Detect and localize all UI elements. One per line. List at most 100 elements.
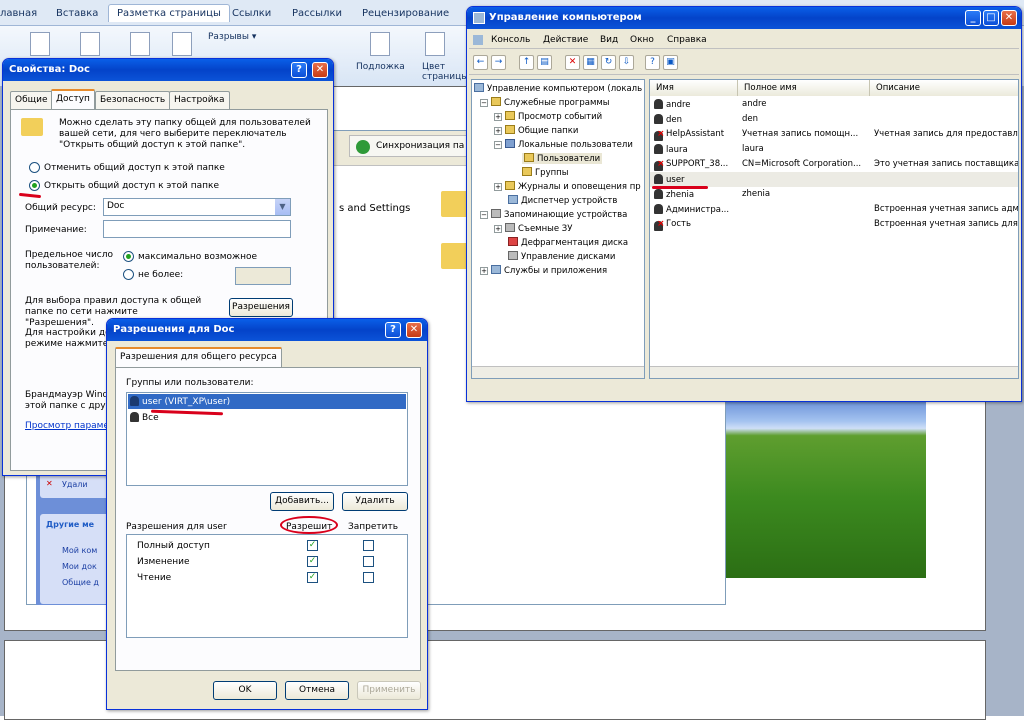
tab-share-permissions[interactable]: Разрешения для общего ресурса	[115, 347, 282, 367]
tree-item-logs[interactable]: + Журналы и оповещения пр	[494, 181, 641, 192]
tree-item-event-viewer[interactable]: + Просмотр событий	[494, 111, 602, 122]
list-item-user[interactable]: user (VIRT_XP\user)	[128, 394, 406, 409]
expand-icon[interactable]: +	[480, 267, 488, 275]
view-settings-link[interactable]: Просмотр парамет	[25, 421, 114, 431]
up-icon[interactable]: ↑	[519, 55, 534, 70]
columns-icon[interactable]	[172, 32, 192, 56]
size-icon[interactable]	[130, 32, 150, 56]
ribbon-tab-mailings[interactable]: Рассылки	[292, 8, 342, 19]
tree-item-shared-folders[interactable]: + Общие папки	[494, 125, 578, 136]
orientation-icon[interactable]	[80, 32, 100, 56]
radio-disable-sharing[interactable]	[29, 162, 40, 173]
maximize-button[interactable]: □	[983, 10, 999, 26]
collapse-icon[interactable]: −	[480, 211, 488, 219]
allow-change-checkbox[interactable]: ✓	[307, 556, 318, 567]
tree-item-groups[interactable]: Группы	[522, 167, 568, 178]
tab-security[interactable]: Безопасность	[95, 91, 171, 109]
help-button[interactable]: ?	[385, 322, 401, 338]
tree-item-device-manager[interactable]: Диспетчер устройств	[508, 195, 617, 206]
user-count-stepper[interactable]	[235, 267, 291, 285]
radio-limit-users[interactable]	[123, 269, 134, 280]
remove-button[interactable]: Удалить	[342, 492, 408, 511]
table-row[interactable]: den den	[650, 112, 1018, 127]
export-icon[interactable]: ⇩	[619, 55, 634, 70]
column-description[interactable]: Описание	[870, 80, 1018, 96]
close-button[interactable]: ✕	[312, 62, 328, 78]
help-button[interactable]: ?	[291, 62, 307, 78]
tree-item-defrag[interactable]: Дефрагментация диска	[508, 237, 628, 248]
share-name-field[interactable]: Doc ▼	[103, 198, 291, 216]
ok-button[interactable]: OK	[213, 681, 277, 700]
page-color-icon[interactable]	[425, 32, 445, 56]
expand-icon[interactable]: +	[494, 127, 502, 135]
table-row[interactable]: andre andre	[650, 97, 1018, 112]
radio-enable-sharing[interactable]	[29, 180, 40, 191]
column-name[interactable]: Имя	[650, 80, 738, 96]
expand-icon[interactable]: +	[494, 183, 502, 191]
table-row[interactable]: zhenia zhenia	[650, 187, 1018, 202]
table-row[interactable]: SUPPORT_38... CN=Microsoft Corporation...…	[650, 157, 1018, 172]
ribbon-tab-insert[interactable]: Вставка	[56, 8, 98, 19]
list-scrollbar[interactable]	[650, 366, 1018, 378]
delete-link[interactable]: Удали	[62, 480, 88, 489]
tab-sharing[interactable]: Доступ	[51, 89, 95, 109]
menu-view[interactable]: Вид	[600, 35, 618, 45]
table-row[interactable]: Гость Встроенная учетная запись для	[650, 217, 1018, 232]
permissions-button[interactable]: Разрешения	[229, 298, 293, 317]
ribbon-tab-home[interactable]: лавная	[0, 8, 37, 19]
delete-icon[interactable]: ✕	[565, 55, 580, 70]
tree-item-root[interactable]: Управление компьютером (локаль	[474, 83, 642, 94]
ribbon-tab-references[interactable]: Ссылки	[232, 8, 271, 19]
menu-help[interactable]: Справка	[667, 35, 707, 45]
forward-icon[interactable]: →	[491, 55, 506, 70]
ribbon-tab-page-layout[interactable]: Разметка страницы	[108, 4, 230, 22]
info-icon[interactable]: ▣	[663, 55, 678, 70]
deny-read-checkbox[interactable]	[363, 572, 374, 583]
minimize-button[interactable]: _	[965, 10, 981, 26]
deny-change-checkbox[interactable]	[363, 556, 374, 567]
allow-full-control-checkbox[interactable]: ✓	[307, 540, 318, 551]
tree-item-storage[interactable]: − Запоминающие устройства	[480, 209, 627, 220]
tree-item-system-tools[interactable]: − Служебные программы	[480, 97, 610, 108]
properties-icon[interactable]: ▦	[583, 55, 598, 70]
my-computer-link[interactable]: Мой ком	[62, 546, 97, 555]
menu-console[interactable]: Консоль	[491, 35, 530, 45]
add-button[interactable]: Добавить...	[270, 492, 334, 511]
column-full-name[interactable]: Полное имя	[738, 80, 870, 96]
shared-documents-link[interactable]: Общие д	[62, 578, 99, 587]
radio-max-users[interactable]	[123, 251, 134, 262]
table-row[interactable]: Администра... Встроенная учетная запись а…	[650, 202, 1018, 217]
show-tree-icon[interactable]: ▤	[537, 55, 552, 70]
chevron-down-icon[interactable]: ▼	[275, 199, 290, 215]
table-row-selected[interactable]: user	[650, 172, 1018, 187]
page-color-button[interactable]: Цвет страницы	[422, 62, 468, 82]
tree-item-removable[interactable]: + Съемные ЗУ	[494, 223, 572, 234]
breaks-button[interactable]: Разрывы ▾	[208, 32, 256, 42]
tree-item-services[interactable]: + Службы и приложения	[480, 265, 607, 276]
my-documents-link[interactable]: Мои док	[62, 562, 97, 571]
comment-field[interactable]	[103, 220, 291, 238]
collapse-icon[interactable]: −	[494, 141, 502, 149]
menu-action[interactable]: Действие	[543, 35, 588, 45]
watermark-button[interactable]: Подложка	[356, 62, 405, 72]
close-button[interactable]: ✕	[406, 322, 422, 338]
menu-window[interactable]: Окно	[630, 35, 654, 45]
close-window-button[interactable]: ✕	[1001, 10, 1017, 26]
margins-icon[interactable]	[30, 32, 50, 56]
collapse-icon[interactable]: −	[480, 99, 488, 107]
refresh-icon[interactable]: ↻	[601, 55, 616, 70]
tree-item-disk-management[interactable]: Управление дисками	[508, 251, 615, 262]
table-row[interactable]: HelpAssistant Учетная запись помощн... Уче…	[650, 127, 1018, 142]
ribbon-tab-review[interactable]: Рецензирование	[362, 8, 449, 19]
help-icon[interactable]: ?	[645, 55, 660, 70]
tree-item-users[interactable]: Пользователи	[522, 153, 603, 164]
cancel-button[interactable]: Отмена	[285, 681, 349, 700]
tree-scrollbar[interactable]	[472, 366, 644, 378]
allow-read-checkbox[interactable]: ✓	[307, 572, 318, 583]
tab-general[interactable]: Общие	[10, 91, 53, 109]
apply-button[interactable]: Применить	[357, 681, 421, 700]
deny-full-control-checkbox[interactable]	[363, 540, 374, 551]
tab-customize[interactable]: Настройка	[169, 91, 230, 109]
expand-icon[interactable]: +	[494, 225, 502, 233]
expand-icon[interactable]: +	[494, 113, 502, 121]
